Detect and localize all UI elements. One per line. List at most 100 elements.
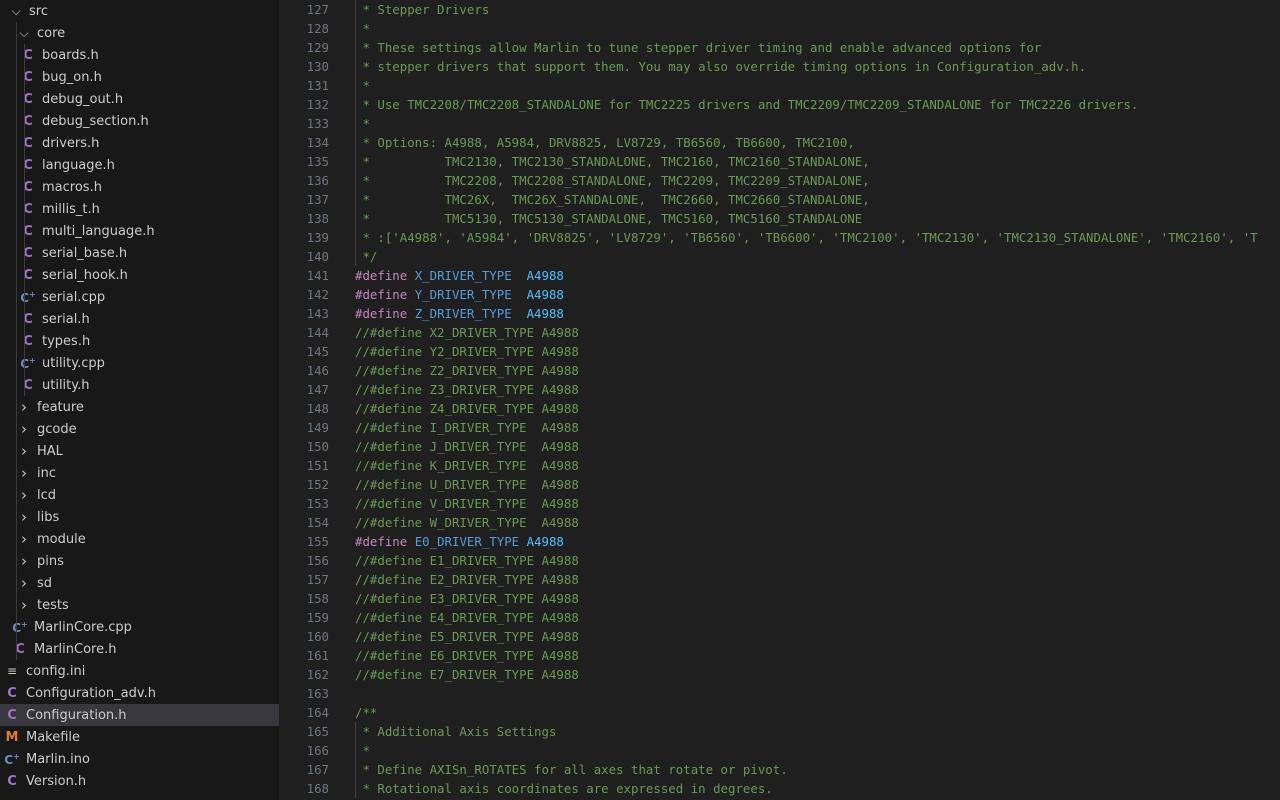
chevron-right-icon[interactable]: › <box>16 420 32 438</box>
code-line[interactable]: 150 //#define J_DRIVER_TYPE A4988 <box>279 437 1280 456</box>
code-line[interactable]: 148 //#define Z4_DRIVER_TYPE A4988 <box>279 399 1280 418</box>
code-line[interactable]: 140 */ <box>279 247 1280 266</box>
chevron-right-icon[interactable]: › <box>16 508 32 526</box>
code-line[interactable]: 134 * Options: A4988, A5984, DRV8825, LV… <box>279 133 1280 152</box>
file-utility-cpp[interactable]: C+ utility.cpp <box>0 352 279 374</box>
code-line[interactable]: 147 //#define Z3_DRIVER_TYPE A4988 <box>279 380 1280 399</box>
folder-gcode[interactable]: › gcode <box>0 418 279 440</box>
code-line[interactable]: 143 #define Z_DRIVER_TYPE A4988 <box>279 304 1280 323</box>
file-marlincore-cpp[interactable]: C+ MarlinCore.cpp <box>0 616 279 638</box>
folder-src[interactable]: ⌵ src <box>0 0 279 22</box>
file-version-h[interactable]: C Version.h <box>0 770 279 792</box>
folder-lcd[interactable]: › lcd <box>0 484 279 506</box>
code-line[interactable]: 137 * TMC26X, TMC26X_STANDALONE, TMC2660… <box>279 190 1280 209</box>
file-marlincore-h[interactable]: C MarlinCore.h <box>0 638 279 660</box>
folder-pins[interactable]: › pins <box>0 550 279 572</box>
file-macros-h[interactable]: Cmacros.h <box>0 176 279 198</box>
code-line[interactable]: 131 * <box>279 76 1280 95</box>
folder-sd[interactable]: › sd <box>0 572 279 594</box>
folder-module[interactable]: › module <box>0 528 279 550</box>
code-line[interactable]: 168 * Rotational axis coordinates are ex… <box>279 779 1280 798</box>
code-line[interactable]: 156 //#define E1_DRIVER_TYPE A4988 <box>279 551 1280 570</box>
folder-core[interactable]: ⌵ core <box>0 22 279 44</box>
code-editor[interactable]: 127 * Stepper Drivers 128 * 129 * These se… <box>279 0 1280 800</box>
tree-item-label: inc <box>37 465 56 481</box>
indent-guide <box>16 44 17 66</box>
code-line[interactable]: 129 * These settings allow Marlin to tun… <box>279 38 1280 57</box>
chevron-down-icon[interactable]: ⌵ <box>16 26 32 41</box>
file-config-ini[interactable]: ≡ config.ini <box>0 660 279 682</box>
file-serial-h[interactable]: Cserial.h <box>0 308 279 330</box>
indent-guide <box>16 176 17 198</box>
code-line[interactable]: 160 //#define E5_DRIVER_TYPE A4988 <box>279 627 1280 646</box>
folder-libs[interactable]: › libs <box>0 506 279 528</box>
code-line[interactable]: 132 * Use TMC2208/TMC2208_STANDALONE for… <box>279 95 1280 114</box>
chevron-right-icon[interactable]: › <box>16 596 32 614</box>
file-makefile[interactable]: M Makefile <box>0 726 279 748</box>
code-line[interactable]: 152 //#define U_DRIVER_TYPE A4988 <box>279 475 1280 494</box>
chevron-right-icon[interactable]: › <box>16 398 32 416</box>
file-marlin-ino[interactable]: C+ Marlin.ino <box>0 748 279 770</box>
code-line[interactable]: 149 //#define I_DRIVER_TYPE A4988 <box>279 418 1280 437</box>
code-line[interactable]: 136 * TMC2208, TMC2208_STANDALONE, TMC22… <box>279 171 1280 190</box>
code-line[interactable]: 139 * :['A4988', 'A5984', 'DRV8825', 'LV… <box>279 228 1280 247</box>
code-line[interactable]: 145 //#define Y2_DRIVER_TYPE A4988 <box>279 342 1280 361</box>
cpp-file-icon: C+ <box>12 619 28 635</box>
code-line[interactable]: 166 * <box>279 741 1280 760</box>
file-serial-hook-h[interactable]: Cserial_hook.h <box>0 264 279 286</box>
code-line[interactable]: 159 //#define E4_DRIVER_TYPE A4988 <box>279 608 1280 627</box>
line-number: 135 <box>306 154 329 169</box>
file-utility-h[interactable]: Cutility.h <box>0 374 279 396</box>
folder-hal[interactable]: › HAL <box>0 440 279 462</box>
code-line[interactable]: 130 * stepper drivers that support them.… <box>279 57 1280 76</box>
code-line[interactable]: 146 //#define Z2_DRIVER_TYPE A4988 <box>279 361 1280 380</box>
code-line[interactable]: 141 #define X_DRIVER_TYPE A4988 <box>279 266 1280 285</box>
chevron-right-icon[interactable]: › <box>16 464 32 482</box>
code-line[interactable]: 155 #define E0_DRIVER_TYPE A4988 <box>279 532 1280 551</box>
folder-feature[interactable]: › feature <box>0 396 279 418</box>
chevron-right-icon[interactable]: › <box>16 574 32 592</box>
file-drivers-h[interactable]: Cdrivers.h <box>0 132 279 154</box>
folder-tests[interactable]: › tests <box>0 594 279 616</box>
indent-guide <box>16 396 17 418</box>
code-line[interactable]: 128 * <box>279 19 1280 38</box>
file-debug-out-h[interactable]: Cdebug_out.h <box>0 88 279 110</box>
line-content: * TMC5130, TMC5130_STANDALONE, TMC5160, … <box>355 211 863 226</box>
code-line[interactable]: 142 #define Y_DRIVER_TYPE A4988 <box>279 285 1280 304</box>
code-line[interactable]: 158 //#define E3_DRIVER_TYPE A4988 <box>279 589 1280 608</box>
file-boards-h[interactable]: Cboards.h <box>0 44 279 66</box>
file-configuration-h[interactable]: C Configuration.h <box>0 704 279 726</box>
code-line[interactable]: 135 * TMC2130, TMC2130_STANDALONE, TMC21… <box>279 152 1280 171</box>
code-line[interactable]: 133 * <box>279 114 1280 133</box>
code-line[interactable]: 138 * TMC5130, TMC5130_STANDALONE, TMC51… <box>279 209 1280 228</box>
file-millis-t-h[interactable]: Cmillis_t.h <box>0 198 279 220</box>
chevron-right-icon[interactable]: › <box>16 552 32 570</box>
file-serial-cpp[interactable]: C+ serial.cpp <box>0 286 279 308</box>
code-line[interactable]: 161 //#define E6_DRIVER_TYPE A4988 <box>279 646 1280 665</box>
code-line[interactable]: 164 /** <box>279 703 1280 722</box>
code-line[interactable]: 163 <box>279 684 1280 703</box>
code-line[interactable]: 165 * Additional Axis Settings <box>279 722 1280 741</box>
chevron-right-icon[interactable]: › <box>16 530 32 548</box>
folder-inc[interactable]: › inc <box>0 462 279 484</box>
code-line[interactable]: 151 //#define K_DRIVER_TYPE A4988 <box>279 456 1280 475</box>
file-types-h[interactable]: Ctypes.h <box>0 330 279 352</box>
code-line[interactable]: 153 //#define V_DRIVER_TYPE A4988 <box>279 494 1280 513</box>
code-line[interactable]: 162 //#define E7_DRIVER_TYPE A4988 <box>279 665 1280 684</box>
indent-guide <box>16 462 17 484</box>
code-line[interactable]: 167 * Define AXISn_ROTATES for all axes … <box>279 760 1280 779</box>
file-multi-language-h[interactable]: Cmulti_language.h <box>0 220 279 242</box>
code-line[interactable]: 144 //#define X2_DRIVER_TYPE A4988 <box>279 323 1280 342</box>
chevron-right-icon[interactable]: › <box>16 442 32 460</box>
code-line[interactable]: 157 //#define E2_DRIVER_TYPE A4988 <box>279 570 1280 589</box>
chevron-down-icon[interactable]: ⌵ <box>8 4 24 19</box>
chevron-right-icon[interactable]: › <box>16 486 32 504</box>
file-debug-section-h[interactable]: Cdebug_section.h <box>0 110 279 132</box>
code-line[interactable]: 154 //#define W_DRIVER_TYPE A4988 <box>279 513 1280 532</box>
file-configuration-adv-h[interactable]: C Configuration_adv.h <box>0 682 279 704</box>
code-line[interactable]: 127 * Stepper Drivers <box>279 0 1280 19</box>
file-language-h[interactable]: Clanguage.h <box>0 154 279 176</box>
file-bug-on-h[interactable]: Cbug_on.h <box>0 66 279 88</box>
file-serial-base-h[interactable]: Cserial_base.h <box>0 242 279 264</box>
